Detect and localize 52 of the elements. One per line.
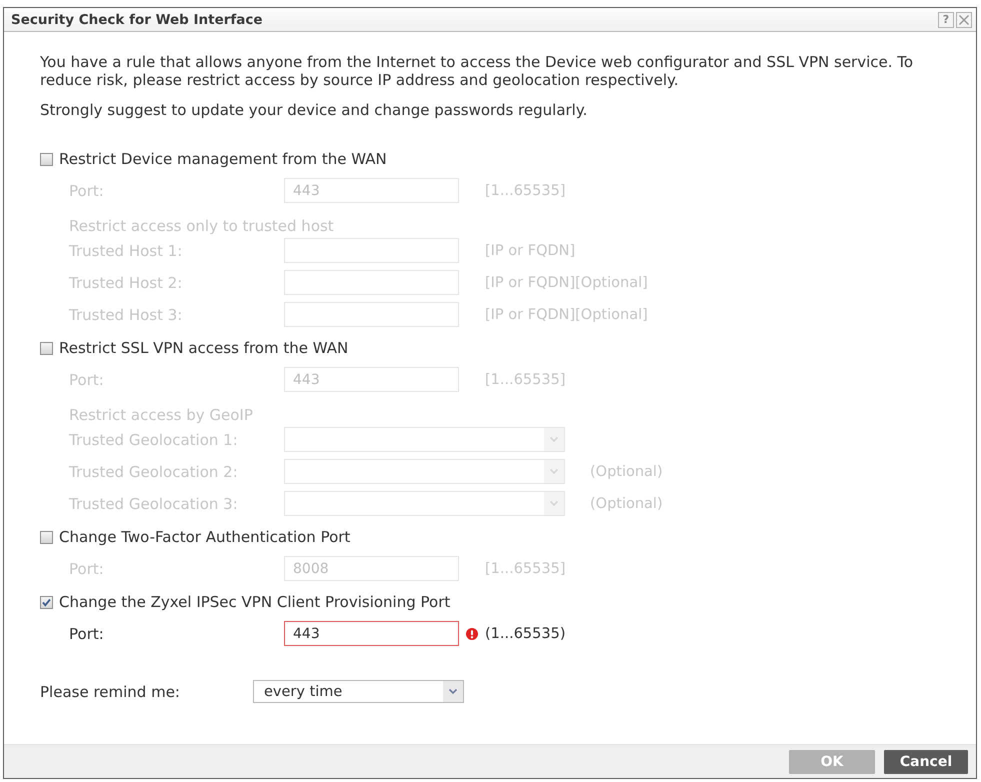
window-title: Security Check for Web Interface xyxy=(11,12,263,28)
field-label: Trusted Host 3: xyxy=(69,306,184,324)
group-heading: Restrict access only to trusted host xyxy=(68,217,335,235)
text-input[interactable] xyxy=(284,302,459,327)
close-icon[interactable] xyxy=(956,12,972,28)
checkbox[interactable] xyxy=(40,152,53,166)
group-heading: Restrict access by GeoIP xyxy=(68,406,254,424)
dropdown-field[interactable] xyxy=(284,459,565,484)
message-text: You have a rule that allows anyone from the Internet to access the Device web configurator and SSL VPN service. To reduce risk, please restrict access by source IP address and geolocation respectively. xyxy=(40,53,914,89)
field-label: Trusted Host 1: xyxy=(69,242,184,260)
chevron-down-icon xyxy=(544,460,564,483)
dropdown-field[interactable] xyxy=(284,427,565,452)
range-hint: (1...65535) xyxy=(485,626,566,642)
help-button[interactable]: ? xyxy=(938,12,954,28)
field-label: Trusted Host 2: xyxy=(69,274,184,292)
checkbox-label: Restrict SSL VPN access from the WAN xyxy=(59,339,348,357)
optional-hint: (Optional) xyxy=(590,496,663,512)
chevron-down-icon xyxy=(443,681,463,702)
dropdown-field[interactable]: every time xyxy=(253,680,464,703)
range-hint: [IP or FQDN] xyxy=(485,242,576,258)
range-hint: [1...65535] xyxy=(485,560,566,576)
message-text: Strongly suggest to update your device and change passwords regularly. xyxy=(40,101,588,119)
checkbox-label: Restrict Device management from the WAN xyxy=(59,150,387,168)
text-input[interactable]: 8008 xyxy=(284,556,459,581)
range-hint: [IP or FQDN][Optional] xyxy=(485,306,648,322)
chevron-down-icon xyxy=(544,428,564,451)
field-label: Port: xyxy=(69,560,105,578)
dialog-button[interactable]: Cancel xyxy=(884,750,968,774)
field-label: Trusted Geolocation 2: xyxy=(69,462,239,480)
optional-hint: (Optional) xyxy=(590,464,663,480)
text-input[interactable] xyxy=(284,270,459,295)
field-label: Please remind me: xyxy=(40,682,181,700)
range-hint: [1...65535] xyxy=(485,182,566,198)
text-input[interactable]: 443 xyxy=(284,178,459,203)
checkbox[interactable] xyxy=(40,530,53,544)
checkbox-label: Change Two-Factor Authentication Port xyxy=(59,528,350,546)
range-hint: [IP or FQDN][Optional] xyxy=(485,274,648,290)
text-input[interactable] xyxy=(284,238,459,263)
field-label: Trusted Geolocation 1: xyxy=(69,430,239,448)
checkbox-label: Change the Zyxel IPSec VPN Client Provisioning Port xyxy=(59,593,450,611)
error-icon xyxy=(466,628,478,640)
dropdown-field[interactable] xyxy=(284,491,565,516)
field-label: Trusted Geolocation 3: xyxy=(69,494,239,512)
field-label: Port: xyxy=(69,624,105,642)
text-input[interactable]: 443 xyxy=(284,367,459,392)
text-input[interactable]: 443 xyxy=(284,621,459,646)
chevron-down-icon xyxy=(544,492,564,515)
checkbox[interactable] xyxy=(40,342,53,354)
field-label: Port: xyxy=(69,370,105,388)
field-label: Port: xyxy=(69,182,105,200)
range-hint: [1...65535] xyxy=(485,372,566,388)
checkbox[interactable] xyxy=(40,596,53,608)
